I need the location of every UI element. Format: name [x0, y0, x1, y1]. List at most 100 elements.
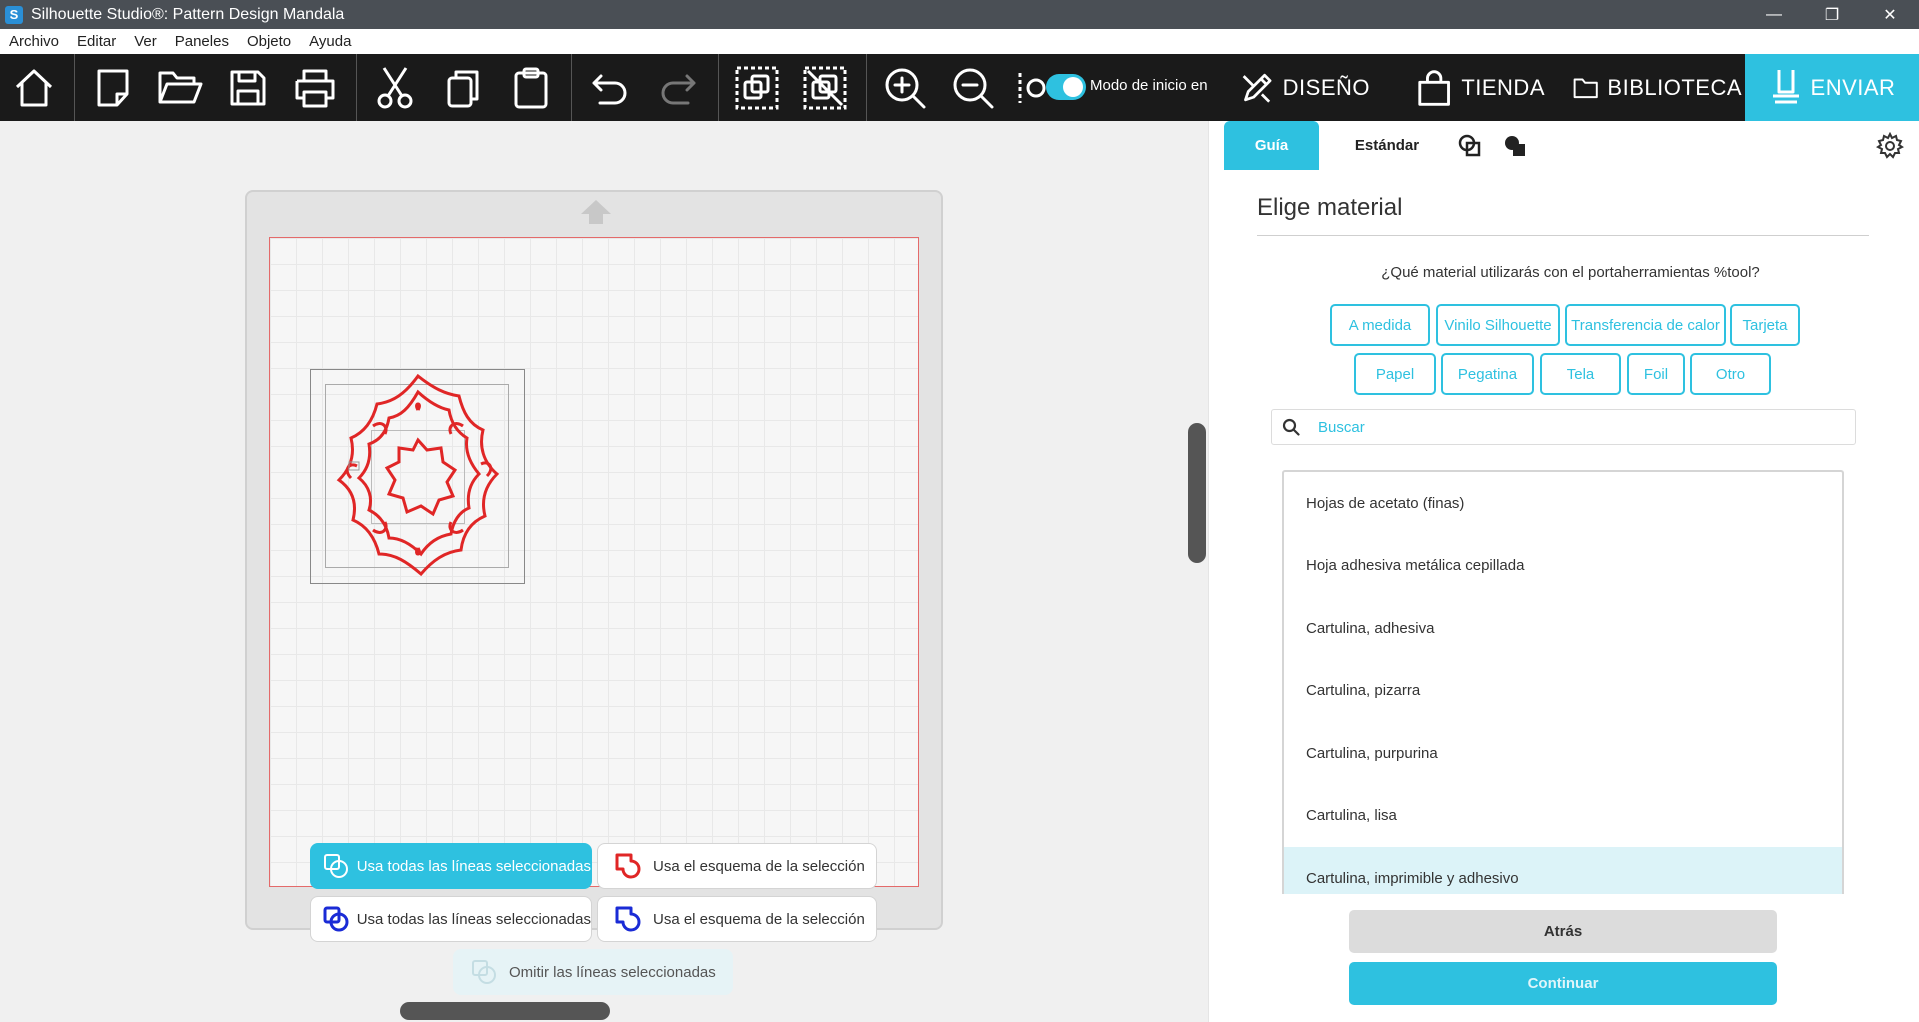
sketch-all-lines-button[interactable]: Usa todas las líneas seleccionadas: [310, 896, 592, 942]
mandala-design[interactable]: [310, 369, 525, 584]
cut-outline-button[interactable]: Usa el esquema de la selección: [597, 843, 877, 889]
material-question: ¿Qué material utilizarás con el portaher…: [1381, 264, 1760, 281]
tab-standard[interactable]: Estándar: [1337, 121, 1437, 170]
sketch-lines-icon: [321, 905, 352, 933]
material-item[interactable]: Cartulina, purpurina: [1284, 722, 1842, 785]
tab-store[interactable]: TIENDA: [1415, 54, 1545, 121]
main-toolbar: Modo de inicio en DISEÑO TIENDA BIBLIOTE…: [0, 54, 1919, 121]
copy-button[interactable]: [435, 60, 491, 116]
continue-button[interactable]: Continuar: [1349, 962, 1777, 1005]
skip-lines-icon: [464, 958, 504, 986]
material-item[interactable]: Hoja adhesiva metálica cepillada: [1284, 535, 1842, 598]
material-search[interactable]: [1271, 409, 1856, 445]
zoom-in-button[interactable]: [877, 60, 933, 116]
skip-lines-button[interactable]: Omitir las líneas seleccionadas: [453, 949, 733, 995]
material-list[interactable]: Hojas de acetato (finas) Hoja adhesiva m…: [1282, 470, 1844, 894]
chip-fabric[interactable]: Tela: [1540, 353, 1621, 395]
settings-button[interactable]: [1870, 121, 1910, 170]
save-icon: [230, 70, 266, 106]
chip-foil[interactable]: Foil: [1627, 353, 1685, 395]
zoom-select-icon: [1018, 73, 1046, 103]
cut-lines-icon: [321, 852, 352, 880]
menu-editar[interactable]: Editar: [68, 33, 125, 50]
chip-paper[interactable]: Papel: [1354, 353, 1436, 395]
print-button[interactable]: [287, 60, 343, 116]
menu-bar: Archivo Editar Ver Paneles Objeto Ayuda: [0, 29, 1919, 54]
vertical-scroll-thumb[interactable]: [1188, 423, 1206, 563]
panel-divider[interactable]: [1208, 121, 1222, 1022]
back-button[interactable]: Atrás: [1349, 910, 1777, 953]
send-cutter-icon: [1772, 69, 1799, 103]
zoom-out-button[interactable]: [945, 60, 1001, 116]
tab-shapes[interactable]: [1450, 121, 1490, 170]
material-item[interactable]: Cartulina, pizarra: [1284, 660, 1842, 723]
menu-archivo[interactable]: Archivo: [0, 33, 68, 50]
restore-button[interactable]: ❐: [1803, 0, 1861, 29]
search-input[interactable]: [1318, 418, 1838, 436]
window-title: Silhouette Studio®: Pattern Design Manda…: [31, 5, 345, 23]
shapes-filled-icon: [1505, 135, 1525, 156]
tab-send[interactable]: ENVIAR: [1745, 54, 1919, 121]
redo-button[interactable]: [650, 60, 706, 116]
tab-library-label: BIBLIOTECA: [1607, 74, 1742, 100]
tab-design-label: DISEÑO: [1282, 74, 1370, 100]
material-item-selected[interactable]: Cartulina, imprimible y adhesivo: [1284, 847, 1842, 894]
menu-ver[interactable]: Ver: [125, 33, 166, 50]
copy-icon: [447, 70, 479, 108]
app-icon: S: [5, 5, 23, 24]
tab-library[interactable]: BIBLIOTECA: [1572, 54, 1742, 121]
window-controls: — ❐ ✕: [1745, 0, 1919, 29]
cut-outline-label: Usa el esquema de la selección: [653, 857, 865, 875]
menu-objeto[interactable]: Objeto: [238, 33, 300, 50]
shapes-outline-icon: [1458, 134, 1481, 156]
sketch-outline-label: Usa el esquema de la selección: [653, 910, 865, 928]
chip-heat-transfer[interactable]: Transferencia de calor: [1565, 304, 1726, 346]
menu-ayuda[interactable]: Ayuda: [300, 33, 360, 50]
title-divider: [1257, 235, 1869, 236]
skip-lines-label: Omitir las líneas seleccionadas: [509, 963, 716, 981]
chip-sticker[interactable]: Pegatina: [1441, 353, 1534, 395]
horizontal-scroll-thumb[interactable]: [400, 1002, 610, 1020]
group-icon: [735, 66, 779, 110]
cut-all-lines-button[interactable]: Usa todas las líneas seleccionadas: [310, 843, 592, 889]
zoom-select-button[interactable]: [1014, 60, 1048, 116]
tab-guide[interactable]: Guía: [1224, 121, 1319, 170]
chip-custom[interactable]: A medida: [1330, 304, 1430, 346]
material-item[interactable]: Cartulina, adhesiva: [1284, 597, 1842, 660]
material-item[interactable]: Cartulina, lisa: [1284, 785, 1842, 848]
sketch-outline-button[interactable]: Usa el esquema de la selección: [597, 896, 877, 942]
material-item[interactable]: Hojas de acetato (finas): [1284, 472, 1842, 535]
chip-silhouette-vinyl[interactable]: Vinilo Silhouette: [1436, 304, 1560, 346]
horizontal-scrollbar[interactable]: [0, 1001, 1208, 1022]
new-document-button[interactable]: [85, 60, 141, 116]
menu-paneles[interactable]: Paneles: [166, 33, 238, 50]
scissors-icon: [377, 67, 413, 109]
ungroup-button[interactable]: [797, 60, 853, 116]
undo-button[interactable]: [582, 60, 638, 116]
start-mode-toggle[interactable]: [1046, 74, 1086, 100]
vertical-scrollbar[interactable]: [1188, 121, 1208, 1001]
tab-design[interactable]: DISEÑO: [1240, 54, 1370, 121]
home-button[interactable]: [6, 60, 62, 116]
open-button[interactable]: [152, 60, 208, 116]
minimize-button[interactable]: —: [1745, 0, 1803, 29]
chip-other[interactable]: Otro: [1690, 353, 1771, 395]
ungroup-icon: [803, 66, 847, 110]
panel-title: Elige material: [1257, 194, 1403, 221]
design-workspace[interactable]: Usa todas las líneas seleccionadas Usa e…: [0, 121, 1188, 1001]
home-icon: [15, 69, 53, 107]
redo-icon: [661, 74, 696, 105]
chip-card[interactable]: Tarjeta: [1730, 304, 1800, 346]
tab-shapes-filled[interactable]: [1495, 121, 1535, 170]
cut-button[interactable]: [367, 60, 423, 116]
close-button[interactable]: ✕: [1861, 0, 1919, 29]
start-mode-label: Modo de inicio en: [1090, 77, 1208, 94]
group-button[interactable]: [729, 60, 785, 116]
paste-button[interactable]: [503, 60, 559, 116]
save-button[interactable]: [220, 60, 276, 116]
clipboard-icon: [514, 67, 548, 109]
tab-store-label: TIENDA: [1461, 74, 1545, 100]
toolbar-separator: [356, 54, 357, 121]
undo-icon: [592, 74, 627, 105]
folder-icon: [1573, 78, 1598, 98]
